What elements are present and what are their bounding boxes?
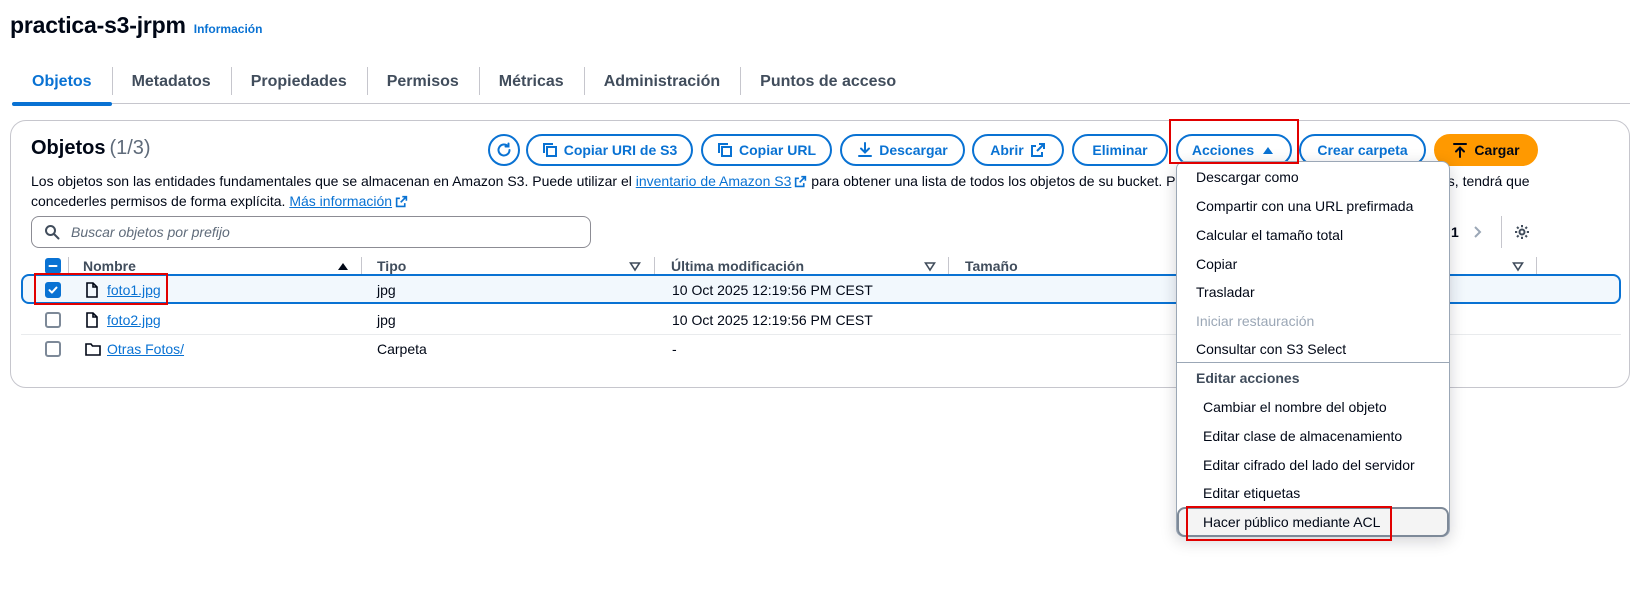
object-type: jpg bbox=[377, 312, 396, 328]
chevron-right-icon[interactable] bbox=[1469, 224, 1485, 240]
refresh-icon bbox=[497, 142, 511, 157]
upload-button[interactable]: Cargar bbox=[1434, 134, 1538, 166]
object-type: Carpeta bbox=[377, 341, 427, 357]
description-text: concederles permisos de forma explícita. bbox=[31, 193, 286, 209]
actions-label: Acciones bbox=[1191, 142, 1255, 158]
tab-administracion[interactable]: Administración bbox=[583, 60, 740, 104]
download-icon bbox=[858, 142, 873, 157]
inventory-link-label: inventario de Amazon S3 bbox=[635, 173, 792, 189]
objects-count: (1/3) bbox=[109, 137, 151, 159]
download-button[interactable]: Descargar bbox=[840, 134, 965, 166]
folder-icon bbox=[85, 343, 101, 356]
column-divider bbox=[654, 257, 655, 275]
menu-item-initiate-restore: Iniciar restauración bbox=[1196, 313, 1315, 329]
sort-icon[interactable] bbox=[1511, 259, 1525, 273]
copy-url-button[interactable]: Copiar URL bbox=[701, 134, 832, 166]
copy-icon bbox=[718, 143, 732, 157]
actions-menu: Descargar como Compartir con una URL pre… bbox=[1176, 161, 1450, 537]
menu-item-rename-object[interactable]: Cambiar el nombre del objeto bbox=[1177, 393, 1449, 421]
menu-item-move[interactable]: Trasladar bbox=[1177, 278, 1449, 306]
menu-item-download-as[interactable]: Descargar como bbox=[1177, 163, 1449, 191]
search-box bbox=[31, 216, 591, 248]
page-title: practica-s3-jrpm bbox=[10, 12, 186, 38]
external-link-icon bbox=[395, 195, 408, 208]
description-text: os, tendrá que bbox=[1440, 173, 1530, 189]
menu-item-edit-tags[interactable]: Editar etiquetas bbox=[1177, 479, 1449, 507]
copy-icon bbox=[542, 143, 557, 157]
object-name-link[interactable]: foto1.jpg bbox=[107, 282, 161, 298]
copy-url-label: Copiar URL bbox=[739, 142, 816, 158]
copy-s3-uri-label: Copiar URI de S3 bbox=[563, 142, 678, 158]
menu-item-copy[interactable]: Copiar bbox=[1177, 250, 1449, 278]
object-name-link[interactable]: foto2.jpg bbox=[107, 312, 161, 328]
menu-item-edit-server-side-encryption[interactable]: Editar cifrado del lado del servidor bbox=[1177, 451, 1449, 479]
column-divider bbox=[68, 257, 69, 275]
object-modified: 10 Oct 2025 12:19:56 PM CEST bbox=[672, 312, 873, 328]
tab-puntos-de-acceso[interactable]: Puntos de acceso bbox=[740, 60, 916, 104]
menu-item-calculate-total-size[interactable]: Calcular el tamaño total bbox=[1177, 221, 1449, 249]
menu-item-share-presigned-url[interactable]: Compartir con una URL prefirmada bbox=[1177, 192, 1449, 220]
page-number[interactable]: 1 bbox=[1451, 224, 1459, 240]
upload-label: Cargar bbox=[1474, 142, 1520, 158]
sort-icon[interactable] bbox=[628, 259, 642, 273]
external-link-icon bbox=[1030, 143, 1045, 157]
column-divider bbox=[948, 257, 949, 275]
preferences bbox=[1501, 216, 1530, 248]
more-info-link-label: Más información bbox=[289, 193, 393, 209]
object-type: jpg bbox=[377, 282, 396, 298]
search-input[interactable] bbox=[69, 223, 549, 241]
object-modified: - bbox=[672, 341, 677, 357]
inventory-link[interactable]: inventario de Amazon S3 bbox=[636, 173, 808, 189]
row-checkbox[interactable] bbox=[45, 282, 61, 298]
object-name-link[interactable]: Otras Fotos/ bbox=[107, 341, 184, 357]
upload-icon bbox=[1453, 143, 1468, 158]
page-header: practica-s3-jrpm Información bbox=[10, 12, 262, 39]
delete-label: Eliminar bbox=[1092, 142, 1148, 158]
open-button[interactable]: Abrir bbox=[972, 134, 1064, 166]
object-modified: 10 Oct 2025 12:19:56 PM CEST bbox=[672, 282, 873, 298]
check-icon bbox=[48, 286, 58, 294]
row-checkbox[interactable] bbox=[45, 312, 61, 328]
sort-icon[interactable] bbox=[923, 259, 937, 273]
description-text: Los objetos son las entidades fundamenta… bbox=[31, 173, 632, 189]
tab-metricas[interactable]: Métricas bbox=[478, 60, 584, 104]
file-icon bbox=[86, 282, 98, 298]
info-link[interactable]: Información bbox=[194, 22, 263, 36]
external-link-icon bbox=[795, 175, 807, 188]
row-checkbox[interactable] bbox=[45, 341, 61, 357]
menu-item-edit-storage-class[interactable]: Editar clase de almacenamiento bbox=[1177, 422, 1449, 450]
tab-bar: Objetos Metadatos Propiedades Permisos M… bbox=[12, 60, 1630, 106]
tab-propiedades[interactable]: Propiedades bbox=[230, 60, 367, 104]
tab-metadatos[interactable]: Metadatos bbox=[111, 60, 231, 104]
download-label: Descargar bbox=[879, 142, 948, 158]
pagination: 1 bbox=[1451, 216, 1485, 248]
menu-group-edit-actions: Editar acciones bbox=[1177, 362, 1449, 392]
menu-item-make-public-acl[interactable]: Hacer público mediante ACL bbox=[1177, 507, 1449, 537]
sort-ascending-icon[interactable] bbox=[336, 259, 350, 273]
more-info-link[interactable]: Más información bbox=[289, 193, 408, 209]
file-icon bbox=[86, 312, 98, 328]
open-label: Abrir bbox=[990, 142, 1024, 158]
tab-permisos[interactable]: Permisos bbox=[366, 60, 479, 104]
delete-button[interactable]: Eliminar bbox=[1072, 134, 1168, 166]
create-folder-label: Crear carpeta bbox=[1317, 142, 1408, 158]
objects-title: Objetos (1/3) bbox=[31, 137, 151, 160]
menu-item-query-s3-select[interactable]: Consultar con S3 Select bbox=[1177, 335, 1449, 363]
column-divider bbox=[361, 257, 362, 275]
refresh-button[interactable] bbox=[488, 134, 520, 166]
caret-up-icon bbox=[1263, 147, 1274, 154]
minus-icon bbox=[48, 265, 58, 267]
tab-objetos[interactable]: Objetos bbox=[12, 60, 112, 106]
description-text: para obtener una lista de todos los obje… bbox=[811, 173, 1224, 189]
objects-title-text: Objetos bbox=[31, 137, 106, 159]
column-divider bbox=[1536, 257, 1537, 275]
gear-icon[interactable] bbox=[1514, 224, 1530, 240]
search-icon bbox=[45, 225, 60, 240]
select-all-checkbox[interactable] bbox=[45, 258, 61, 274]
copy-s3-uri-button[interactable]: Copiar URI de S3 bbox=[526, 134, 693, 166]
